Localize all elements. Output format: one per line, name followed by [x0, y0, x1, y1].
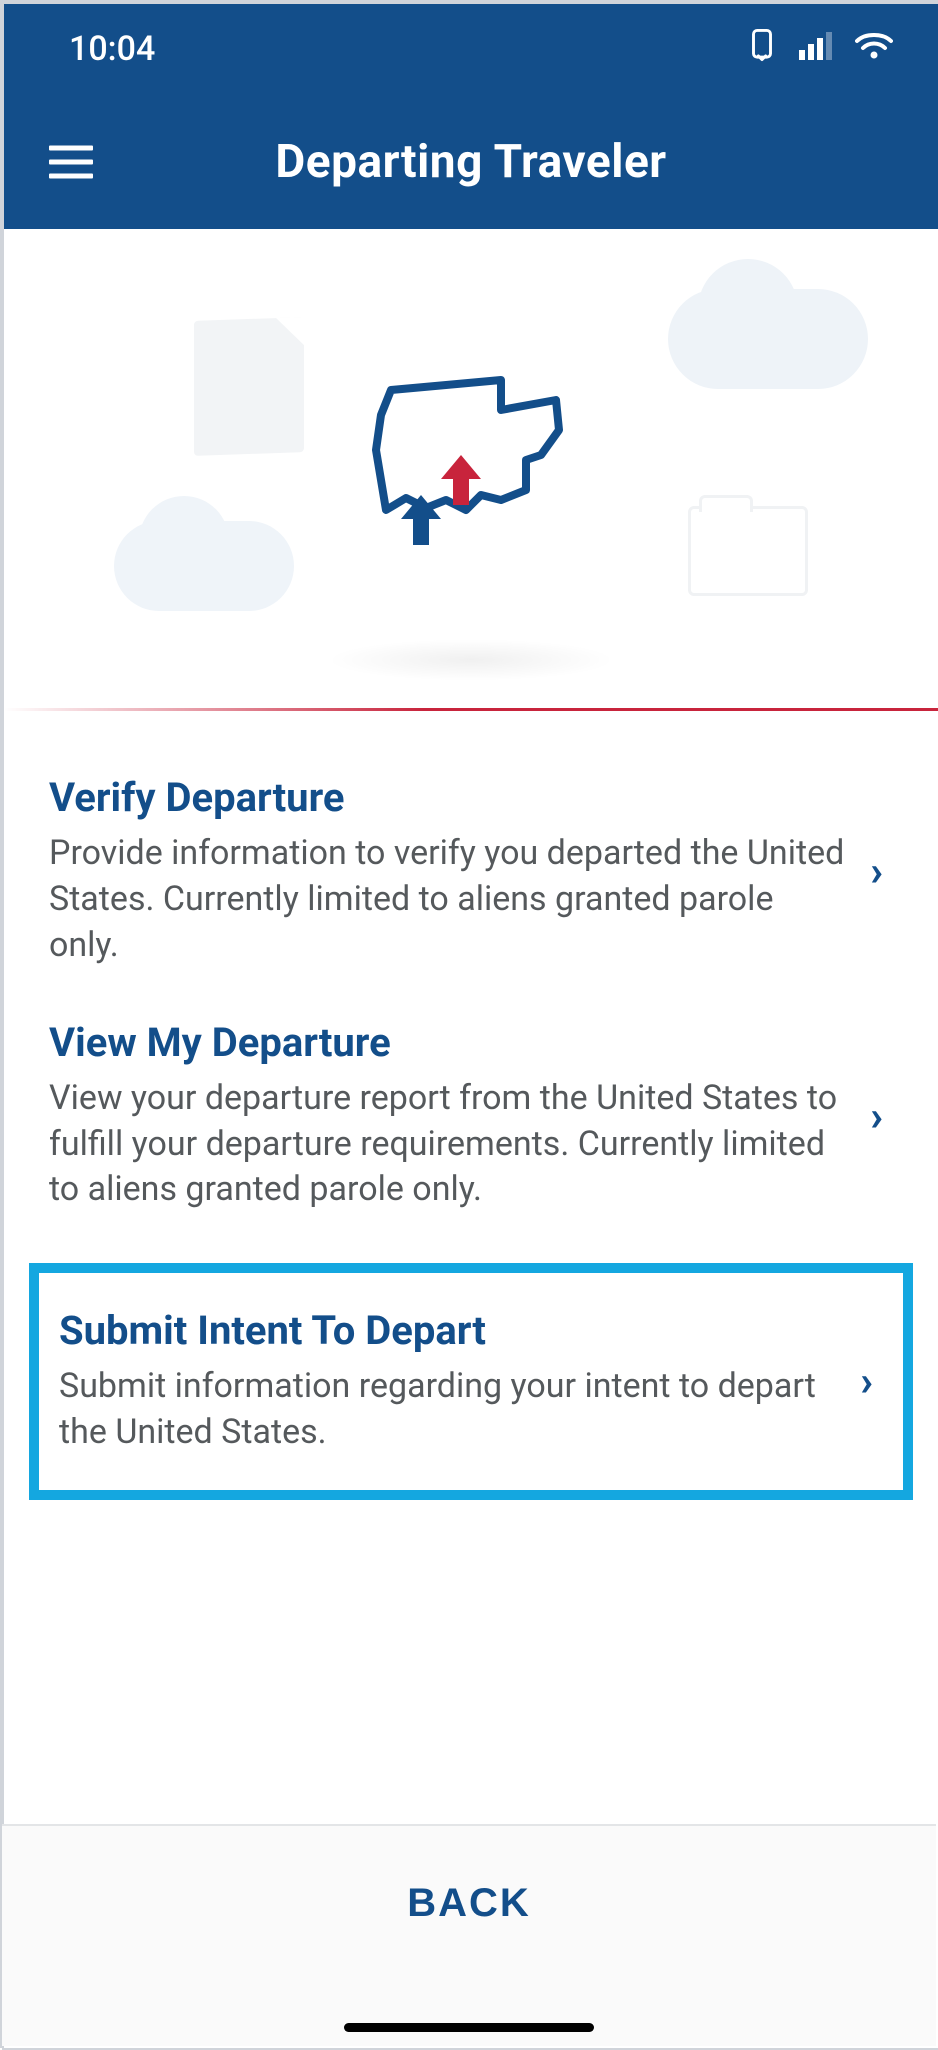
footer-bar: BACK	[2, 1824, 936, 2046]
divider-accent	[4, 708, 938, 711]
document-ghost-icon	[194, 317, 304, 456]
option-description: View your departure report from the Unit…	[49, 1076, 845, 1214]
option-title: View My Departure	[49, 1019, 845, 1066]
home-indicator[interactable]	[344, 2023, 594, 2032]
option-title: Submit Intent To Depart	[59, 1307, 835, 1354]
chevron-right-icon: ›	[860, 1357, 883, 1406]
status-time: 10:04	[69, 29, 155, 69]
wifi-icon	[855, 29, 893, 69]
option-submit-intent-to-depart[interactable]: Submit Intent To Depart Submit informati…	[29, 1263, 913, 1500]
usa-map-icon	[351, 360, 591, 560]
folder-ghost-icon	[688, 506, 808, 596]
status-icons	[747, 28, 893, 71]
cellular-signal-icon	[799, 29, 833, 69]
menu-icon[interactable]	[49, 145, 93, 178]
chevron-right-icon: ›	[870, 847, 893, 896]
back-button[interactable]: BACK	[407, 1881, 531, 1926]
option-description: Provide information to verify you depart…	[49, 831, 845, 969]
shadow-icon	[326, 639, 616, 681]
page-title: Departing Traveler	[4, 135, 938, 189]
cloud-icon	[668, 289, 868, 389]
option-description: Submit information regarding your intent…	[59, 1364, 835, 1456]
status-bar: 10:04	[4, 4, 938, 94]
option-view-my-departure[interactable]: View My Departure View your departure re…	[44, 1001, 898, 1246]
cloud-icon	[114, 521, 294, 611]
chevron-right-icon: ›	[870, 1092, 893, 1141]
option-title: Verify Departure	[49, 774, 845, 821]
app-bar: Departing Traveler	[4, 94, 938, 229]
rotate-icon	[747, 28, 777, 71]
options-list: Verify Departure Provide information to …	[4, 711, 938, 1500]
option-verify-departure[interactable]: Verify Departure Provide information to …	[44, 756, 898, 1001]
hero-illustration	[4, 229, 938, 711]
